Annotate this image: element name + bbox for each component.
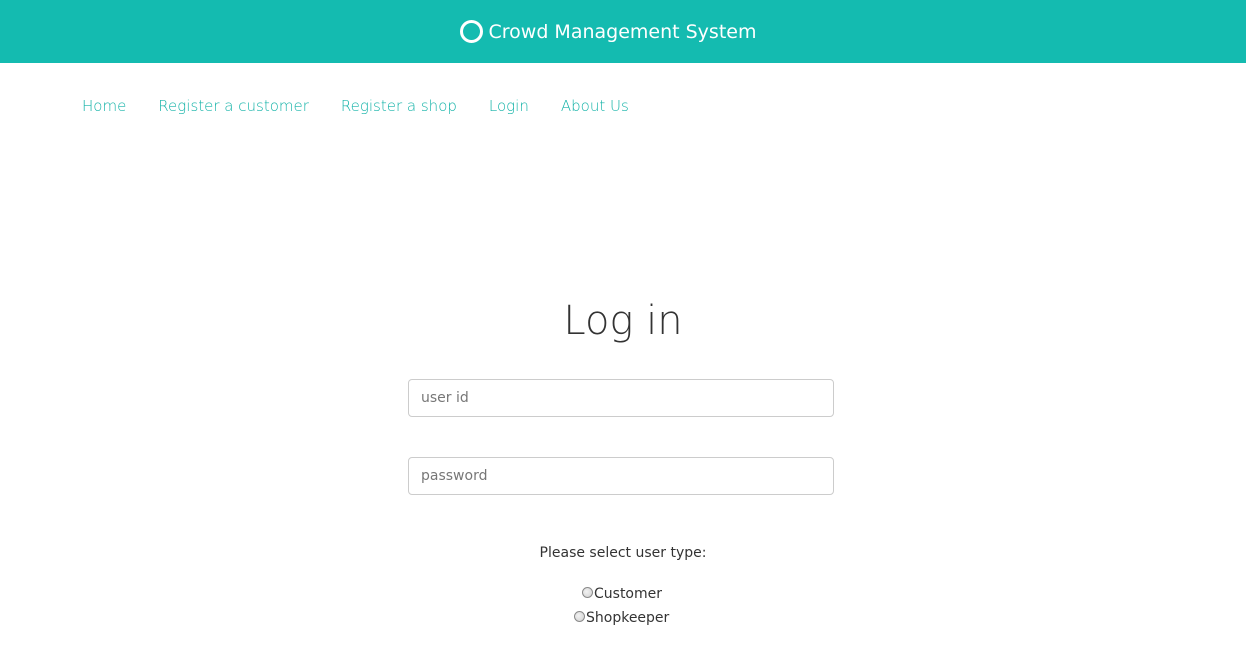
- shopkeeper-radio-label: Shopkeeper: [586, 610, 670, 626]
- user-id-input[interactable]: [408, 379, 834, 417]
- nav-link-login[interactable]: Login: [489, 97, 529, 115]
- user-type-prompt: Please select user type:: [539, 545, 707, 561]
- user-type-option-customer[interactable]: Customer: [582, 586, 662, 602]
- page-title: Log in: [563, 298, 683, 344]
- customer-radio-label: Customer: [594, 586, 663, 602]
- user-type-option-shopkeeper[interactable]: Shopkeeper: [574, 610, 669, 626]
- main-nav: Home Register a customer Register a shop…: [82, 97, 661, 115]
- nav-link-home[interactable]: Home: [82, 97, 126, 115]
- brand[interactable]: Crowd Management System: [459, 20, 757, 43]
- password-input[interactable]: [408, 457, 834, 495]
- nav-link-about-us[interactable]: About Us: [561, 97, 629, 115]
- app-title: Crowd Management System: [488, 20, 757, 43]
- customer-radio[interactable]: [582, 586, 593, 598]
- top-header-bar: Crowd Management System: [0, 0, 1246, 63]
- shopkeeper-radio[interactable]: [574, 610, 585, 622]
- ring-icon: [459, 20, 483, 43]
- nav-link-register-shop[interactable]: Register a shop: [341, 97, 457, 115]
- nav-link-register-customer[interactable]: Register a customer: [158, 97, 309, 115]
